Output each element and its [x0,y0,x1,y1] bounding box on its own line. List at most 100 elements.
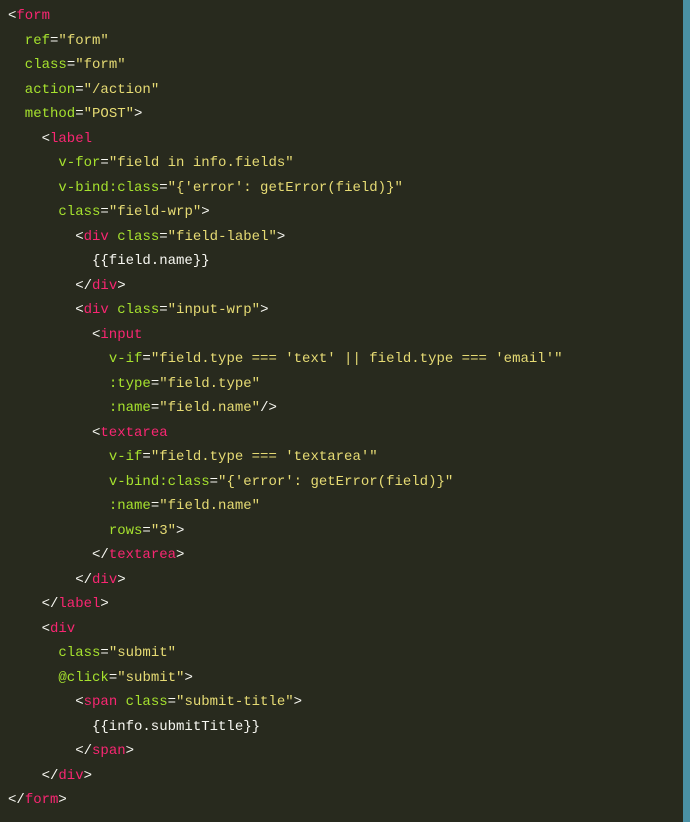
code-line: v-if="field.type === 'textarea'" [8,445,690,470]
code-line: <textarea [8,421,690,446]
code-line: </textarea> [8,543,690,568]
token-op: = [100,204,108,220]
code-line: </div> [8,568,690,593]
token-tag: div [50,621,75,637]
code-line: <label [8,127,690,152]
token-punct: </ [75,572,92,588]
code-line: method="POST"> [8,102,690,127]
token-attr: @click [58,670,108,686]
token-punct: > [294,694,302,710]
code-line: class="field-wrp"> [8,200,690,225]
token-tag: div [58,768,83,784]
token-punct: < [42,621,50,637]
token-punct: </ [8,792,25,808]
token-op: = [100,155,108,171]
token-op: = [109,670,117,686]
token-str: "{'error': getError(field)}" [168,180,403,196]
token-tag: div [92,278,117,294]
code-line: @click="submit"> [8,666,690,691]
token-str: "field.type === 'textarea'" [151,449,378,465]
token-op: = [168,694,176,710]
code-line: class="submit" [8,641,690,666]
token-attr: v-bind:class [58,180,159,196]
token-punct: > [117,278,125,294]
code-line: <span class="submit-title"> [8,690,690,715]
code-line: </div> [8,274,690,299]
token-str: "form" [75,57,125,73]
code-line: v-for="field in info.fields" [8,151,690,176]
token-punct: {{info.submitTitle}} [92,719,260,735]
token-attr: method [25,106,75,122]
token-op: = [75,106,83,122]
token-punct: > [260,302,268,318]
token-tag: form [16,8,50,24]
token-str: "field in info.fields" [109,155,294,171]
token-attr: v-if [109,351,143,367]
token-str: "field-wrp" [109,204,201,220]
code-line: </label> [8,592,690,617]
token-attr: ref [25,33,50,49]
code-line: v-bind:class="{'error': getError(field)}… [8,176,690,201]
scrollbar-track [683,0,690,822]
code-line: <div class="field-label"> [8,225,690,250]
token-tag: div [84,302,109,318]
token-str: "3" [151,523,176,539]
token-punct: > [134,106,142,122]
token-tag: form [25,792,59,808]
token-punct: </ [92,547,109,563]
token-str: "{'error': getError(field)}" [218,474,453,490]
token-attr: :name [109,400,151,416]
token-str: "field.name" [159,400,260,416]
code-line: ref="form" [8,29,690,54]
token-str: "submit" [109,645,176,661]
token-str: "field.name" [159,498,260,514]
code-line: :name="field.name"/> [8,396,690,421]
token-op: = [151,498,159,514]
token-str: "field.type === 'text' || field.type ===… [151,351,563,367]
token-punct: < [75,229,83,245]
token-punct: </ [75,278,92,294]
token-attr: class [117,229,159,245]
token-punct: > [58,792,66,808]
scrollbar-thumb[interactable] [683,0,690,822]
token-str: "form" [58,33,108,49]
token-attr: class [126,694,168,710]
token-str: "submit-title" [176,694,294,710]
token-attr: v-if [109,449,143,465]
token-punct: < [42,131,50,147]
token-punct: </ [42,768,59,784]
code-line: rows="3"> [8,519,690,544]
token-punct: > [277,229,285,245]
code-block: <formref="form"class="form"action="/acti… [8,4,690,813]
token-punct [117,694,125,710]
token-str: "input-wrp" [168,302,260,318]
token-op: = [142,449,150,465]
token-str: "/action" [84,82,160,98]
token-op: = [75,82,83,98]
token-str: "submit" [117,670,184,686]
token-op: = [159,302,167,318]
token-attr: class [117,302,159,318]
token-op: = [159,180,167,196]
token-tag: textarea [109,547,176,563]
token-attr: v-for [58,155,100,171]
token-op: = [159,229,167,245]
code-line: class="form" [8,53,690,78]
token-tag: label [58,596,100,612]
token-tag: span [92,743,126,759]
code-line: </span> [8,739,690,764]
token-punct: > [176,523,184,539]
token-punct [109,302,117,318]
code-line: v-if="field.type === 'text' || field.typ… [8,347,690,372]
token-punct: > [84,768,92,784]
token-punct: < [75,302,83,318]
code-line: {{field.name}} [8,249,690,274]
code-line: v-bind:class="{'error': getError(field)}… [8,470,690,495]
code-line: <div [8,617,690,642]
token-str: "field.type" [159,376,260,392]
code-line: </div> [8,764,690,789]
token-punct: </ [42,596,59,612]
token-tag: div [92,572,117,588]
token-tag: label [50,131,92,147]
token-op: = [210,474,218,490]
